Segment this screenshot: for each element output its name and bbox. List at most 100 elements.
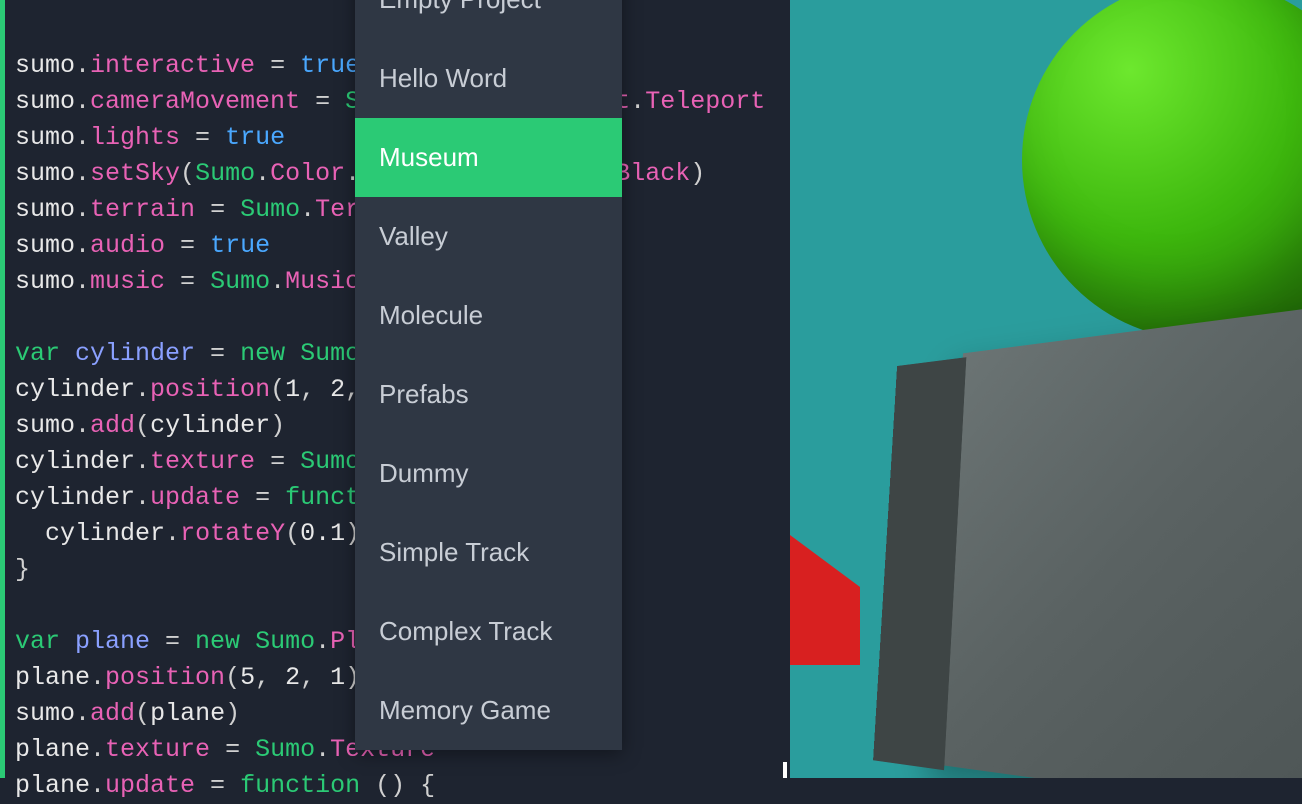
code-token: , (300, 375, 330, 404)
preview-sphere-object (1022, 0, 1302, 340)
code-token: = (195, 195, 240, 224)
code-token: lights (90, 123, 180, 152)
code-token: . (75, 699, 90, 728)
code-token: interactive (90, 51, 255, 80)
code-token: . (90, 735, 105, 764)
code-token: Sumo (240, 195, 300, 224)
code-token: plane (15, 663, 90, 692)
code-token: texture (150, 447, 255, 476)
code-token: function (240, 771, 375, 800)
code-token: Sumo (255, 735, 315, 764)
code-token: true (210, 231, 270, 260)
code-token: sumo (15, 411, 75, 440)
code-token: Music (285, 267, 360, 296)
code-token: sumo (15, 159, 75, 188)
code-token: Sumo (195, 159, 255, 188)
code-token: audio (90, 231, 165, 260)
code-token: sumo (15, 231, 75, 260)
code-token: = (165, 267, 210, 296)
code-token: cylinder (45, 519, 165, 548)
code-token: cylinder (15, 483, 135, 512)
template-dropdown-menu[interactable]: Empty ProjectHello WordMuseumValleyMolec… (355, 0, 622, 750)
code-token: , (300, 663, 330, 692)
code-token: plane (75, 627, 150, 656)
code-token: update (105, 771, 195, 800)
code-token: position (105, 663, 225, 692)
code-token: plane (15, 771, 90, 800)
code-token: . (135, 483, 150, 512)
code-token: = (195, 771, 240, 800)
code-token: = (180, 123, 225, 152)
code-token: setSky (90, 159, 180, 188)
dropdown-item-memory-game[interactable]: Memory Game (355, 671, 622, 750)
code-token: = (300, 87, 345, 116)
code-token: cylinder (75, 339, 195, 368)
code-token: . (90, 663, 105, 692)
code-token: 2 (285, 663, 300, 692)
code-token: . (75, 267, 90, 296)
dropdown-item-prefabs[interactable]: Prefabs (355, 355, 622, 434)
code-token: music (90, 267, 165, 296)
code-token: sumo (15, 699, 75, 728)
code-token: . (165, 519, 180, 548)
code-token: new (240, 339, 300, 368)
code-token: texture (105, 735, 210, 764)
code-token: = (210, 735, 255, 764)
code-token: = (195, 339, 240, 368)
code-token: . (300, 195, 315, 224)
code-token: position (150, 375, 270, 404)
dropdown-item-museum[interactable]: Museum (355, 118, 622, 197)
code-token: 1 (330, 663, 345, 692)
dropdown-item-complex-track[interactable]: Complex Track (355, 592, 622, 671)
code-token: . (75, 123, 90, 152)
code-token: = (255, 447, 300, 476)
code-token: . (75, 195, 90, 224)
code-token: Teleport (645, 87, 765, 116)
code-token: new (195, 627, 255, 656)
code-token: = (165, 231, 210, 260)
code-token: . (75, 87, 90, 116)
code-token: plane (15, 735, 90, 764)
3d-preview-panel[interactable] (790, 0, 1302, 778)
preview-cube-object (941, 303, 1302, 778)
code-token: 1 (285, 375, 300, 404)
code-token: , (255, 663, 285, 692)
dropdown-item-empty-project[interactable]: Empty Project (355, 0, 622, 39)
code-token: sumo (15, 195, 75, 224)
code-token: = (240, 483, 285, 512)
code-token: sumo (15, 51, 75, 80)
code-token: ( (135, 699, 150, 728)
code-token: plane (150, 699, 225, 728)
code-token: ( (180, 159, 195, 188)
code-line[interactable]: plane.update = function () { (15, 768, 775, 804)
code-token: var (15, 339, 75, 368)
code-token: . (135, 447, 150, 476)
code-token: 0.1 (300, 519, 345, 548)
panel-divider-caret[interactable] (783, 762, 787, 778)
code-token: add (90, 699, 135, 728)
dropdown-item-valley[interactable]: Valley (355, 197, 622, 276)
code-token: Sumo (255, 627, 315, 656)
code-token: add (90, 411, 135, 440)
code-token: Sumo (300, 339, 360, 368)
code-token: . (270, 267, 285, 296)
code-token: sumo (15, 123, 75, 152)
code-token: . (315, 627, 330, 656)
code-token: cameraMovement (90, 87, 300, 116)
code-token: . (75, 231, 90, 260)
dropdown-item-simple-track[interactable]: Simple Track (355, 513, 622, 592)
code-token: ( (135, 411, 150, 440)
code-token: sumo (15, 87, 75, 116)
code-token: . (315, 735, 330, 764)
code-token: . (90, 771, 105, 800)
dropdown-item-molecule[interactable]: Molecule (355, 276, 622, 355)
code-token: cylinder (15, 375, 135, 404)
dropdown-item-dummy[interactable]: Dummy (355, 434, 622, 513)
code-token: . (255, 159, 270, 188)
code-token: 5 (240, 663, 255, 692)
code-token: true (300, 51, 360, 80)
code-token: Color (270, 159, 345, 188)
code-token: . (75, 51, 90, 80)
dropdown-item-hello-word[interactable]: Hello Word (355, 39, 622, 118)
code-token: = (150, 627, 195, 656)
